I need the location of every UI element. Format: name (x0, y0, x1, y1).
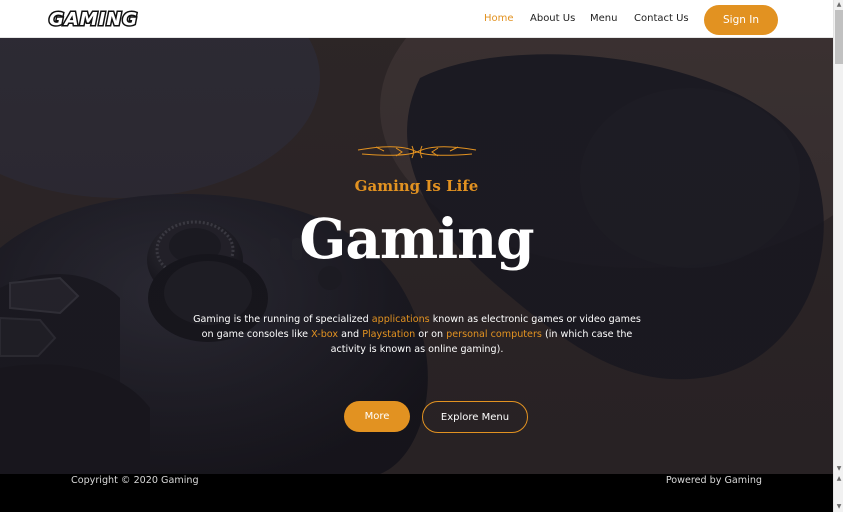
secondary-scroll-up-icon[interactable]: ▲ (835, 474, 843, 484)
nav-home[interactable]: Home (484, 13, 514, 24)
secondary-scrollbar[interactable]: ▲ ▼ (834, 474, 843, 512)
link-xbox[interactable]: X-box (311, 329, 338, 340)
powered-by-text: Powered by Gaming (665, 475, 762, 486)
scroll-down-arrow-icon[interactable]: ▼ (835, 464, 843, 474)
link-personal-computers[interactable]: personal computers (446, 329, 542, 340)
hero-tagline: Gaming Is Life (354, 177, 479, 195)
link-playstation[interactable]: Playstation (362, 329, 415, 340)
desc-text-3: and (338, 329, 363, 340)
scroll-up-arrow-icon[interactable]: ▲ (835, 0, 843, 10)
logo-text: GAMING (49, 9, 138, 29)
desc-text-4: or on (415, 329, 447, 340)
link-applications[interactable]: applications (372, 314, 430, 325)
nav-menu[interactable]: Menu (590, 13, 617, 24)
sign-in-button[interactable]: Sign In (704, 5, 778, 35)
copyright-text: Copyright © 2020 Gaming (71, 475, 199, 486)
more-button[interactable]: More (344, 401, 410, 432)
desc-text-1: Gaming is the running of specialized (193, 314, 372, 325)
secondary-scroll-down-icon[interactable]: ▼ (835, 502, 843, 512)
nav-about-us[interactable]: About Us (530, 13, 575, 24)
logo[interactable]: GAMING (47, 9, 163, 29)
scrollbar-thumb[interactable] (835, 10, 843, 64)
explore-menu-button[interactable]: Explore Menu (422, 401, 528, 433)
page-scrollbar[interactable]: ▲ ▼ ▲ ▼ (833, 0, 843, 512)
nav-contact-us[interactable]: Contact Us (634, 13, 689, 24)
site-header: GAMING Home About Us Menu Contact Us Sig… (0, 0, 833, 38)
site-footer: Copyright © 2020 Gaming Powered by Gamin… (0, 474, 833, 512)
flourish-ornament-icon (357, 145, 477, 159)
hero-title: Gaming (299, 206, 534, 271)
hero-description: Gaming is the running of specialized app… (186, 312, 648, 357)
hero-section: Gaming Is Life Gaming Gaming is the runn… (0, 38, 833, 474)
